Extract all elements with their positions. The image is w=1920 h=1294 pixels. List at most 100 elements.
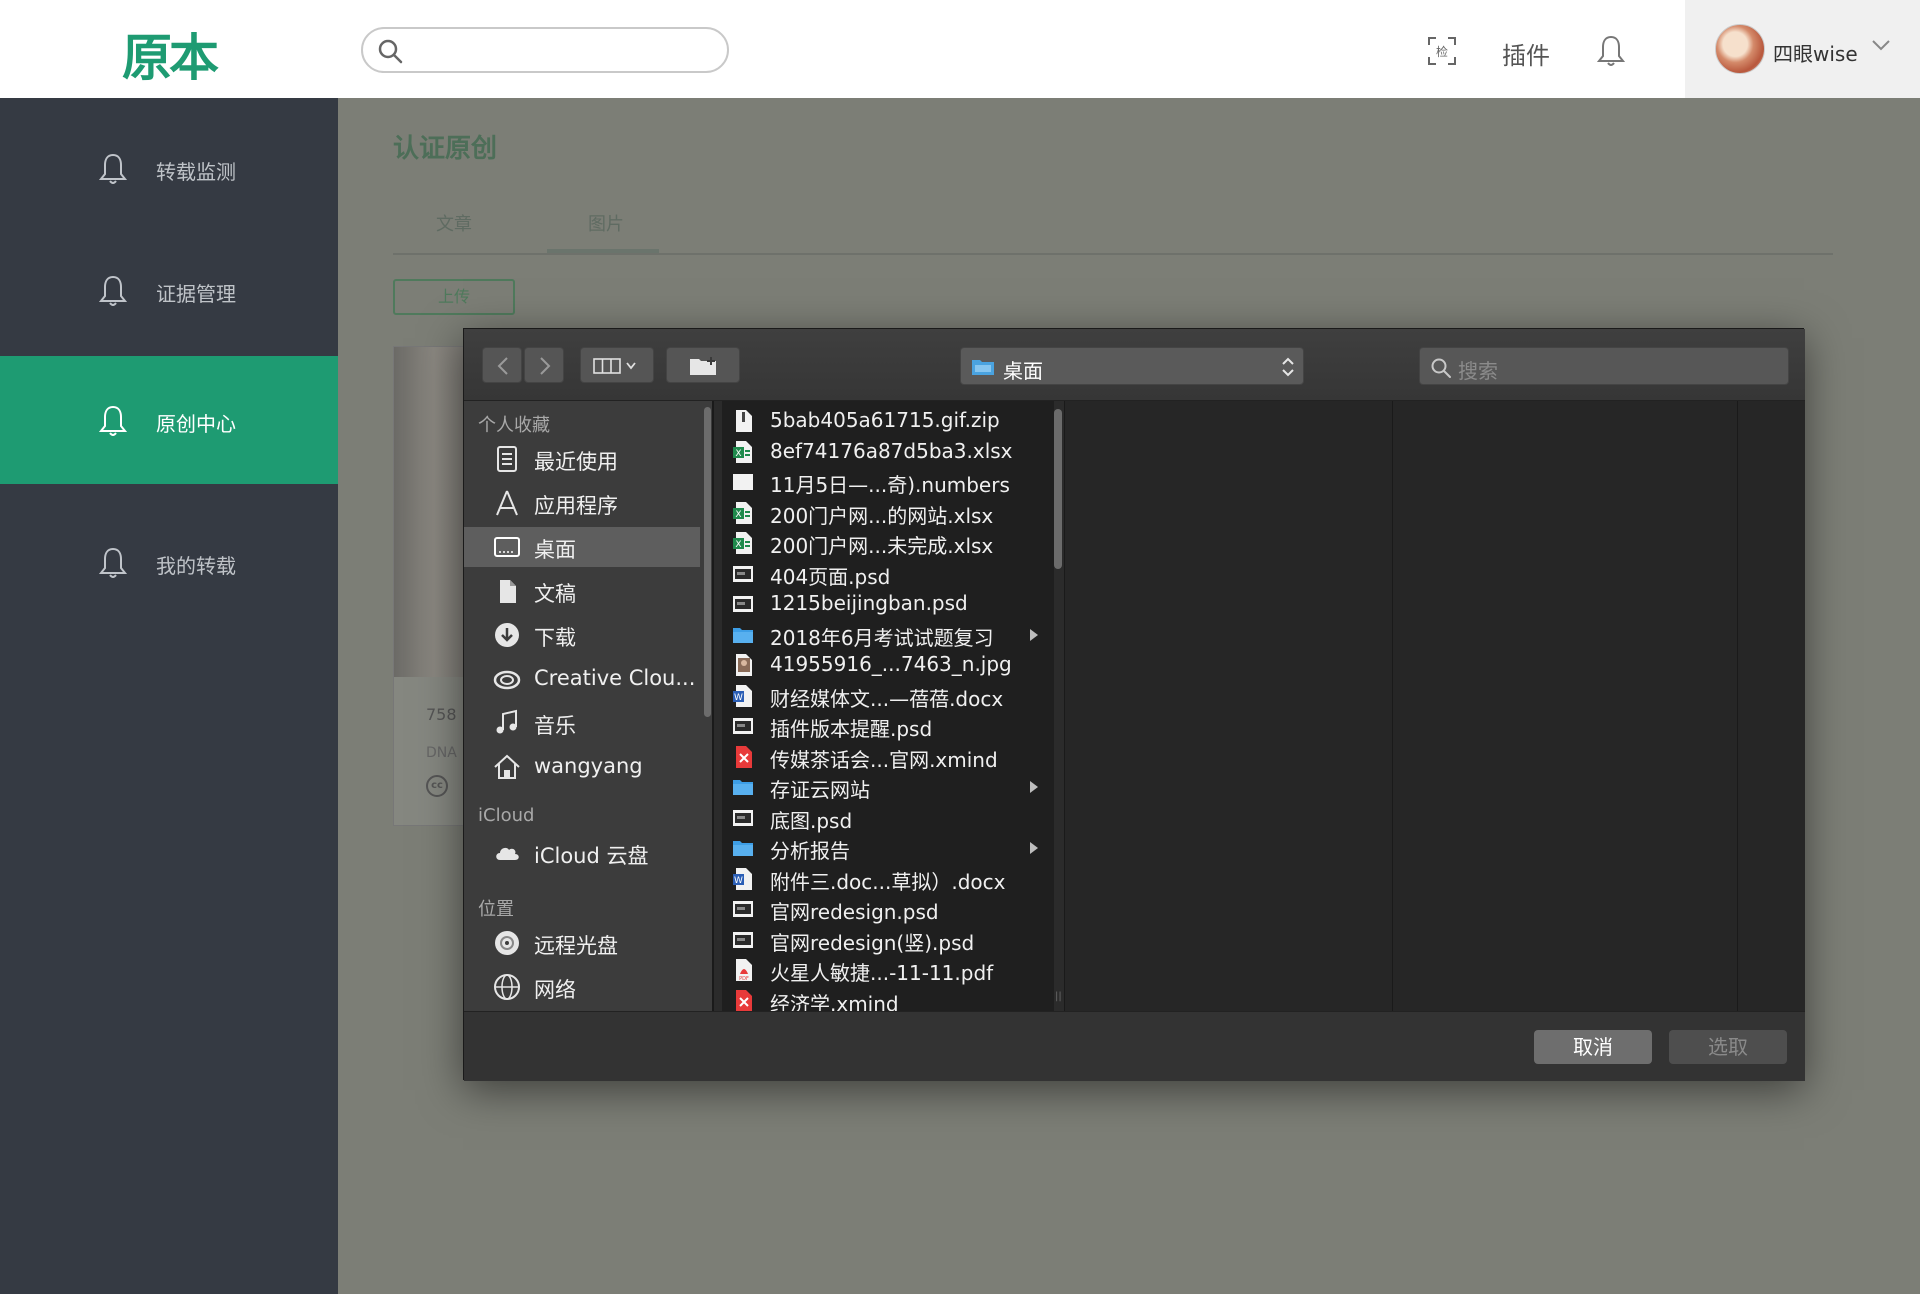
browser-column-4 [1738, 401, 1805, 1011]
file-row[interactable]: 41955916_...7463_n.jpg [722, 649, 1054, 679]
dialog-footer: 取消 选取 [464, 1011, 1805, 1081]
sidebar-item-repost-monitor[interactable]: 转载监测 [0, 104, 338, 232]
file-name: 插件版本提醒.psd [770, 717, 933, 741]
file-name: 41955916_...7463_n.jpg [770, 652, 1012, 676]
file-row[interactable]: X 200门户网...的网站.xlsx [722, 497, 1054, 528]
tab-image[interactable]: 图片 [588, 210, 624, 236]
file-row[interactable]: 官网redesign.psd [722, 893, 1054, 924]
sidebar-item-network[interactable]: 网络 [464, 967, 700, 1007]
pdf-file-icon: PDF [736, 959, 752, 982]
browser-column-2 [1064, 401, 1392, 1011]
file-row[interactable]: W 附件三.doc...草拟）.docx [722, 863, 1054, 894]
svg-text:X: X [735, 510, 741, 520]
logo[interactable]: 原本 [122, 18, 219, 90]
svg-text:X: X [735, 449, 741, 459]
file-list-scrollbar[interactable] [1054, 409, 1062, 569]
sidebar-item-label: 网络 [534, 978, 576, 1002]
psd-file-icon [733, 931, 753, 948]
upload-button[interactable]: 上传 [393, 279, 515, 315]
avatar [1715, 24, 1765, 74]
tab-article[interactable]: 文章 [436, 210, 472, 236]
file-row[interactable]: 11月5日—...奇).numbers [722, 466, 1054, 497]
search-input[interactable] [361, 27, 729, 73]
cc-license-icon: cc [426, 775, 448, 797]
column-divider [712, 401, 714, 1011]
column-resize-handle[interactable]: || [1055, 991, 1062, 1002]
folder-row[interactable]: 存证云网站 [722, 771, 1054, 802]
sidebar-item-documents[interactable]: 文稿 [464, 571, 700, 611]
top-bar: 原本 检 插件 四眼wise [0, 0, 1920, 98]
sidebar-item-recents[interactable]: 最近使用 [464, 439, 700, 479]
sidebar-item-creative-cloud[interactable]: Creative Clou... [464, 659, 700, 699]
file-row[interactable]: 经济学.xmind [722, 985, 1054, 1011]
view-mode-button[interactable] [580, 347, 654, 383]
scan-icon[interactable]: 检 [1427, 36, 1457, 66]
file-row[interactable]: 底图.psd [722, 802, 1054, 833]
dialog-sidebar: 个人收藏 最近使用 应用程序 桌面 文稿 下载 Creative Clou...… [464, 401, 712, 1011]
sidebar-item-music[interactable]: 音乐 [464, 703, 700, 743]
back-button[interactable] [482, 347, 522, 383]
sidebar-item-home[interactable]: wangyang [464, 747, 700, 787]
dialog-search-input[interactable]: 搜索 [1419, 347, 1789, 385]
desktop-icon [494, 537, 520, 557]
sidebar-item-label: 文稿 [534, 582, 576, 606]
file-name: 8ef74176a87d5ba3.xlsx [770, 438, 1013, 463]
disc-icon [495, 931, 519, 955]
file-name: 200门户网...未完成.xlsx [770, 534, 994, 558]
file-row[interactable]: 官网redesign(竖).psd [722, 924, 1054, 955]
file-row[interactable]: W 财经媒体文...—蓓蓓.docx [722, 680, 1054, 711]
file-name: 404页面.psd [770, 564, 891, 589]
sidebar-item-label: 应用程序 [534, 494, 618, 518]
svg-text:PDF: PDF [739, 976, 749, 982]
sidebar-item-remote-disc[interactable]: 远程光盘 [464, 923, 700, 963]
svg-text:W: W [734, 876, 743, 886]
sidebar-item-original-center[interactable]: 原创中心 [0, 356, 338, 484]
file-row[interactable]: PDF 火星人敏捷...-11-11.pdf [722, 954, 1054, 985]
sidebar-item-my-reposts[interactable]: 我的转载 [0, 498, 338, 626]
xmind-file-icon [736, 745, 752, 768]
file-row[interactable]: 5bab405a61715.gif.zip [722, 405, 1054, 435]
cancel-button[interactable]: 取消 [1534, 1030, 1652, 1064]
user-name: 四眼wise [1773, 42, 1858, 66]
file-row[interactable]: 插件版本提醒.psd [722, 710, 1054, 741]
file-name: 火星人敏捷...-11-11.pdf [770, 961, 994, 985]
sidebar-item-applications[interactable]: 应用程序 [464, 483, 700, 523]
folder-icon [733, 780, 753, 795]
forward-button[interactable] [524, 347, 564, 383]
new-folder-button[interactable] [666, 347, 740, 383]
bell-icon[interactable] [1596, 34, 1626, 68]
disclosure-arrow-icon [1030, 628, 1038, 641]
sidebar-item-label: 转载监测 [156, 160, 236, 184]
columns-view-icon [593, 358, 636, 374]
sidebar-item-label: wangyang [534, 754, 643, 778]
tab-active-indicator [547, 249, 659, 253]
docx-file-icon: W [733, 867, 752, 890]
sidebar-item-evidence[interactable]: 证据管理 [0, 226, 338, 354]
sidebar-item-desktop[interactable]: 桌面 [464, 527, 700, 567]
svg-text:检: 检 [1436, 44, 1448, 59]
location-label: 桌面 [1003, 359, 1043, 383]
sidebar-scrollbar[interactable] [704, 407, 711, 717]
file-name: 5bab405a61715.gif.zip [770, 408, 1000, 432]
choose-button[interactable]: 选取 [1669, 1030, 1787, 1064]
folder-row[interactable]: 分析报告 [722, 832, 1054, 863]
location-popup[interactable]: 桌面 [960, 347, 1304, 385]
downloads-icon [495, 623, 519, 647]
bell-icon [98, 275, 128, 306]
sidebar-item-label: 音乐 [534, 714, 576, 738]
file-row[interactable]: X 200门户网...未完成.xlsx [722, 527, 1054, 558]
plugin-link[interactable]: 插件 [1502, 36, 1550, 71]
psd-file-icon [733, 809, 753, 826]
file-row[interactable]: 传媒茶话会...官网.xmind [722, 741, 1054, 772]
search-icon [1431, 358, 1451, 378]
file-name: 1215beijingban.psd [770, 591, 968, 615]
file-name: 底图.psd [770, 808, 853, 833]
sidebar-item-icloud-drive[interactable]: iCloud 云盘 [464, 833, 700, 873]
user-menu[interactable]: 四眼wise [1685, 0, 1920, 98]
sidebar-item-downloads[interactable]: 下载 [464, 615, 700, 655]
folder-icon [733, 841, 753, 856]
file-row[interactable]: X 8ef74176a87d5ba3.xlsx [722, 436, 1054, 466]
file-row[interactable]: 1215beijingban.psd [722, 588, 1054, 618]
file-row[interactable]: 404页面.psd [722, 558, 1054, 589]
folder-row[interactable]: 2018年6月考试试题复习 [722, 619, 1054, 650]
